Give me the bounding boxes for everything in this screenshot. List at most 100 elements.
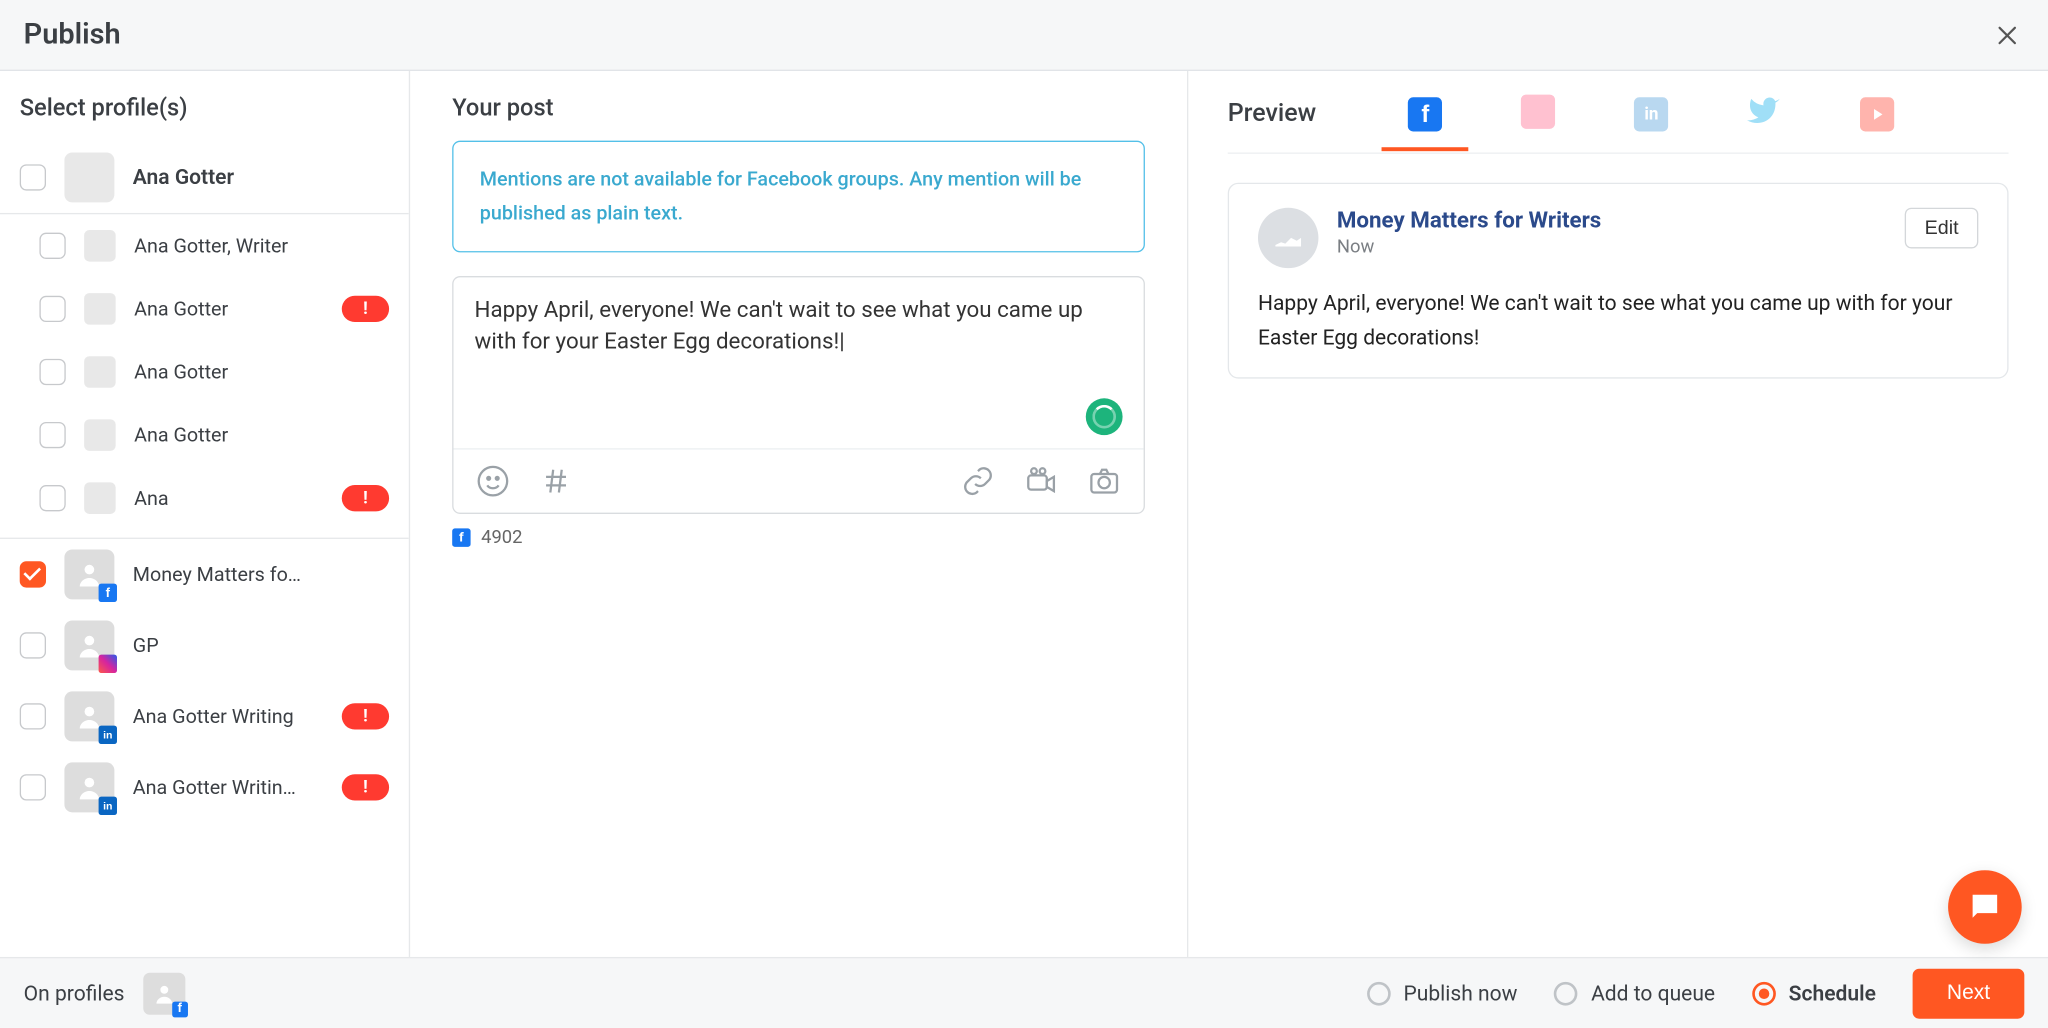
tab-linkedin[interactable]: in (1595, 97, 1708, 150)
avatar (64, 549, 114, 599)
tab-youtube[interactable] (1821, 97, 1934, 150)
tab-twitter[interactable] (1708, 95, 1821, 153)
radio-schedule[interactable]: Schedule (1752, 981, 1876, 1006)
youtube-icon (1860, 97, 1894, 131)
page-title: Publish (24, 18, 121, 51)
on-profiles-label: On profiles (24, 981, 125, 1006)
composer: Happy April, everyone! We can't wait to … (452, 276, 1145, 514)
next-button[interactable]: Next (1913, 968, 2025, 1018)
char-count-value: 4902 (481, 527, 522, 548)
radio-publish-now[interactable]: Publish now (1367, 981, 1518, 1006)
alert-badge: ! (342, 703, 389, 729)
twitter-icon (1747, 95, 1781, 129)
preview-label: Preview (1228, 97, 1316, 151)
profile-name: Money Matters fo… (133, 563, 389, 587)
facebook-icon: f (452, 528, 470, 546)
avatar (64, 152, 114, 202)
tab-instagram[interactable] (1482, 95, 1595, 153)
profile-name: Ana Gotter Writin… (133, 776, 324, 800)
publish-options: Publish now Add to queue Schedule Next (1367, 968, 2025, 1018)
profile-row[interactable]: Ana Gotter, Writer (0, 214, 409, 277)
composer-panel: Your post Mentions are not available for… (410, 71, 1188, 957)
main: Select profile(s) Ana Gotter Ana Gotter,… (0, 71, 2048, 957)
post-text: Happy April, everyone! We can't wait to … (475, 297, 1083, 355)
instagram-icon (99, 655, 117, 673)
facebook-icon (99, 584, 117, 602)
profile-name: Ana Gotter (134, 297, 323, 321)
profile-checkbox[interactable] (39, 422, 65, 448)
profile-checkbox[interactable] (39, 233, 65, 259)
profile-checkbox[interactable] (39, 359, 65, 385)
video-icon[interactable] (1023, 463, 1060, 500)
profile-name: Ana Gotter Writing (133, 705, 324, 729)
avatar (84, 356, 116, 388)
profile-row[interactable]: Ana Gotter (0, 340, 409, 403)
edit-button[interactable]: Edit (1905, 208, 1978, 249)
hashtag-icon[interactable] (538, 463, 575, 500)
loading-spinner-icon (1086, 398, 1123, 435)
footer-profile-avatar[interactable] (143, 972, 185, 1014)
avatar (84, 230, 116, 262)
profile-row[interactable]: Money Matters fo… (0, 539, 409, 610)
profile-checkbox[interactable] (20, 703, 46, 729)
radio-icon (1367, 981, 1391, 1005)
profile-row[interactable]: Ana Gotter ! (0, 277, 409, 340)
avatar (64, 691, 114, 741)
profile-row[interactable]: Ana Gotter Writing ! (0, 681, 409, 752)
preview-card: Money Matters for Writers Now Edit Happy… (1228, 183, 2009, 379)
preview-avatar (1258, 208, 1318, 268)
avatar (64, 762, 114, 812)
footer: On profiles Publish now Add to queue Sch… (0, 957, 2048, 1028)
tab-facebook[interactable]: f (1369, 97, 1482, 150)
preview-timestamp: Now (1337, 237, 1601, 258)
avatar (84, 293, 116, 325)
profiles-title: Select profile(s) (0, 71, 409, 141)
alert-badge: ! (342, 774, 389, 800)
profile-checkbox[interactable] (39, 296, 65, 322)
profile-row[interactable]: Ana Gotter Writin… ! (0, 752, 409, 823)
profile-checkbox[interactable] (20, 632, 46, 658)
instagram-icon (1521, 95, 1555, 129)
profile-name: Ana (134, 486, 323, 510)
radio-add-queue[interactable]: Add to queue (1554, 981, 1715, 1006)
char-counter: f 4902 (452, 527, 1145, 548)
preview-profile-name: Money Matters for Writers (1337, 208, 1601, 234)
chat-fab[interactable] (1948, 870, 2022, 944)
radio-icon (1752, 981, 1776, 1005)
emoji-icon[interactable] (475, 463, 512, 500)
profile-row[interactable]: Ana Gotter (0, 404, 409, 467)
profile-name: Ana Gotter (134, 360, 389, 384)
topbar: Publish (0, 0, 2048, 71)
post-textarea[interactable]: Happy April, everyone! We can't wait to … (454, 277, 1144, 448)
profile-name: GP (133, 634, 389, 658)
profile-name: Ana Gotter, Writer (134, 234, 389, 258)
radio-icon (1554, 981, 1578, 1005)
radio-label: Add to queue (1591, 981, 1715, 1006)
avatar (84, 482, 116, 514)
camera-icon[interactable] (1086, 463, 1123, 500)
profile-row[interactable]: Ana ! (0, 467, 409, 530)
profile-checkbox[interactable] (20, 164, 46, 190)
link-icon[interactable] (960, 463, 997, 500)
profile-main[interactable]: Ana Gotter (0, 141, 409, 215)
profile-checkbox[interactable] (20, 774, 46, 800)
profiles-panel: Select profile(s) Ana Gotter Ana Gotter,… (0, 71, 410, 957)
close-icon[interactable] (1990, 18, 2024, 52)
profile-name: Ana Gotter (133, 164, 389, 189)
profile-row[interactable]: GP (0, 610, 409, 681)
mentions-alert: Mentions are not available for Facebook … (452, 141, 1145, 253)
alert-badge: ! (342, 485, 389, 511)
avatar (64, 620, 114, 670)
profile-name: Ana Gotter (134, 423, 389, 447)
profile-checkbox[interactable] (39, 485, 65, 511)
composer-title: Your post (452, 95, 1145, 123)
preview-header: Money Matters for Writers Now Edit (1258, 208, 1978, 268)
profile-checkbox[interactable] (20, 561, 46, 587)
alert-badge: ! (342, 296, 389, 322)
avatar (84, 419, 116, 451)
linkedin-icon: in (1634, 97, 1668, 131)
preview-body: Happy April, everyone! We can't wait to … (1258, 287, 1978, 354)
linkedin-icon (99, 797, 117, 815)
linkedin-icon (99, 726, 117, 744)
text-cursor (839, 328, 844, 354)
